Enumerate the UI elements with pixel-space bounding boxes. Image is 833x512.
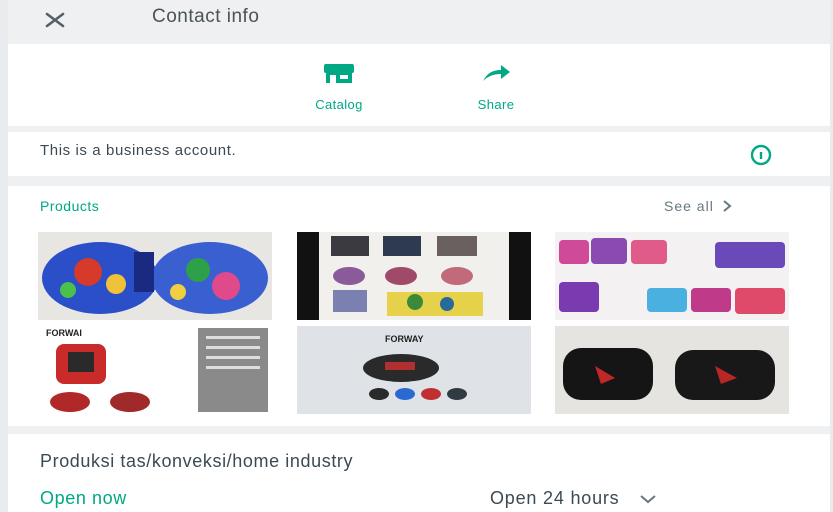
see-all-button[interactable]: See all <box>664 198 732 214</box>
share-button[interactable]: Share <box>441 58 551 118</box>
storefront-icon <box>324 64 354 83</box>
product-tile[interactable] <box>297 232 531 320</box>
business-account-text: This is a business account. <box>40 142 237 159</box>
catalog-label: Catalog <box>315 97 363 112</box>
action-bar: Catalog Share <box>8 44 830 126</box>
info-button[interactable] <box>748 142 774 168</box>
hours-label: Open 24 hours <box>490 488 620 508</box>
business-account-row: This is a business account. <box>8 132 830 176</box>
header-bar: Contact info <box>8 0 830 44</box>
catalog-button[interactable]: Catalog <box>284 58 394 118</box>
catalog-caption: FORWAY <box>385 334 424 344</box>
products-header: Products See all <box>8 186 830 226</box>
catalog-caption: FORWAI <box>46 328 82 338</box>
see-all-label: See all <box>664 198 714 214</box>
contact-info-panel: Contact info Catalog Share This is a bus… <box>8 0 830 512</box>
product-tile[interactable] <box>555 326 789 414</box>
product-tile[interactable] <box>38 232 272 320</box>
business-description: Produksi tas/konveksi/home industry <box>40 451 354 471</box>
divider <box>8 426 830 434</box>
business-hours-row: Open now Open 24 hours <box>8 484 830 512</box>
red-backpack-catalog-photo: FORWAI <box>38 326 272 414</box>
info-icon <box>750 144 772 166</box>
products-grid: FORWAI FORWAY <box>8 228 830 418</box>
handbags-collage-photo <box>297 232 531 320</box>
page-title: Contact info <box>152 6 260 27</box>
share-label: Share <box>477 97 515 112</box>
products-title: Products <box>40 198 100 214</box>
close-button[interactable] <box>38 6 72 34</box>
black-duffel-bags-photo <box>555 326 789 414</box>
divider <box>8 176 830 186</box>
chevron-right-icon <box>723 200 732 212</box>
blue-backpacks-photo <box>38 232 272 320</box>
product-tile[interactable] <box>555 232 789 320</box>
hours-dropdown[interactable]: Open 24 hours <box>490 488 657 509</box>
waist-bag-catalog-photo: FORWAY <box>297 326 531 414</box>
close-icon <box>45 12 65 28</box>
share-arrow-icon <box>483 65 510 81</box>
pink-purple-pouches-photo <box>555 232 789 320</box>
product-tile[interactable]: FORWAY <box>297 326 531 414</box>
open-status: Open now <box>40 488 127 508</box>
product-tile[interactable]: FORWAI <box>38 326 272 414</box>
chevron-down-icon <box>640 494 657 503</box>
